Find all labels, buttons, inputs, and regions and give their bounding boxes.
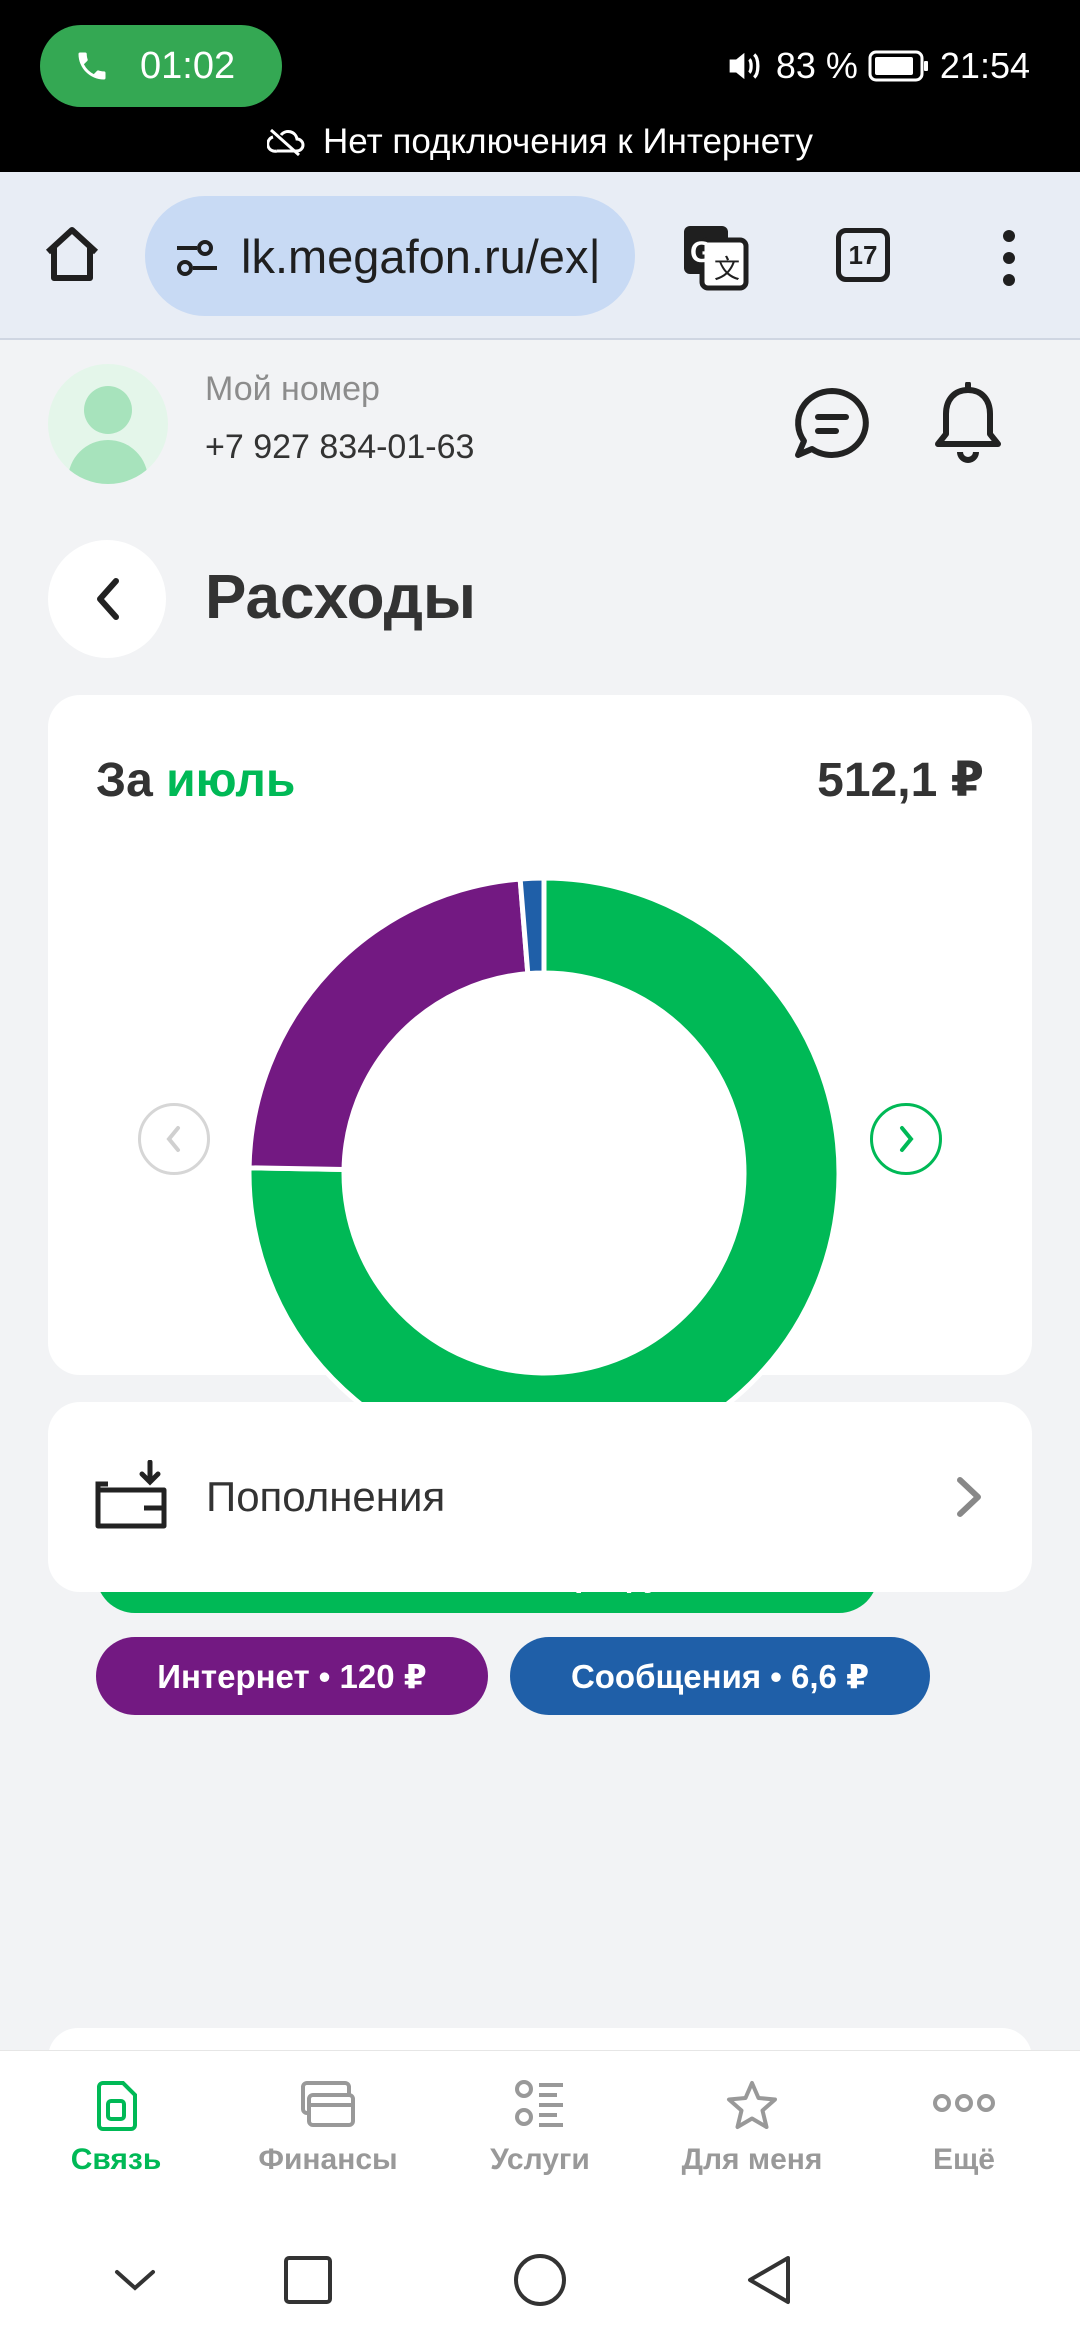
- wallet-card-icon: [301, 2081, 355, 2127]
- tab-count: 17: [848, 239, 878, 270]
- nav-label: Связь: [70, 2143, 162, 2176]
- translate-icon[interactable]: G文: [680, 222, 750, 292]
- page-title: Расходы: [205, 563, 476, 632]
- next-card-partial: [48, 2028, 1032, 2050]
- site-settings-icon[interactable]: [173, 238, 223, 278]
- ongoing-call-pill[interactable]: 01:02: [40, 25, 282, 107]
- slice-internet[interactable]: [246, 876, 531, 1173]
- month-selector[interactable]: июль: [166, 754, 295, 807]
- nav-item-connection[interactable]: Связь: [16, 2079, 216, 2199]
- prev-month-button[interactable]: [138, 1103, 210, 1175]
- nav-item-for-me[interactable]: Для меня: [652, 2079, 852, 2199]
- cloud-off-icon: [267, 128, 305, 157]
- back-triangle-icon[interactable]: [740, 2250, 800, 2310]
- network-notice-text: Нет подключения к Интернету: [323, 122, 813, 161]
- svg-text:G: G: [690, 236, 713, 269]
- nav-item-services[interactable]: Услуги: [440, 2079, 640, 2199]
- chevron-left-icon: [166, 1126, 180, 1152]
- browser-toolbar: lk.megafon.ru/ex| G文 17: [0, 172, 1080, 340]
- recents-square-icon[interactable]: [278, 2250, 338, 2310]
- chevron-right-icon: [957, 1477, 981, 1517]
- volume-icon: [729, 52, 760, 80]
- expenses-donut-chart: [246, 875, 842, 1471]
- chevron-left-icon: [97, 578, 119, 620]
- expenses-total: 512,1 ₽: [817, 754, 984, 807]
- chevron-right-icon: [900, 1126, 914, 1152]
- system-navigation-bar: [0, 2220, 1080, 2340]
- home-circle-icon[interactable]: [510, 2250, 570, 2310]
- my-number-label: Мой номер: [205, 370, 380, 408]
- svg-text:文: 文: [714, 255, 740, 285]
- bottom-navigation: Связь Финансы Услуги Для меня Ещё: [0, 2050, 1080, 2220]
- topups-row[interactable]: Пополнения: [48, 1402, 1032, 1592]
- services-list-icon: [515, 2080, 563, 2127]
- period-title: За июль: [96, 753, 295, 809]
- url-text: lk.megafon.ru/ex|: [241, 230, 601, 283]
- hide-keyboard-chevron-icon[interactable]: [105, 2250, 165, 2310]
- more-dots-icon: [933, 2094, 995, 2112]
- nav-label: Финансы: [258, 2143, 398, 2176]
- expenses-card: За июль 512,1 ₽ Абонентская плата по тар…: [48, 695, 1032, 1715]
- legend-messages[interactable]: Сообщения • 6,6 ₽: [510, 1637, 930, 1715]
- chat-icon[interactable]: [792, 385, 872, 465]
- status-bar: 01:02 83 % 21:54 Нет подключения к Интер…: [0, 0, 1080, 172]
- period-prefix: За: [96, 754, 153, 807]
- legend-internet[interactable]: Интернет • 120 ₽: [96, 1637, 488, 1715]
- bell-icon[interactable]: [928, 382, 1008, 466]
- home-icon[interactable]: [40, 222, 104, 286]
- next-month-button[interactable]: [870, 1103, 942, 1175]
- phone-number: +7 927 834-01-63: [205, 428, 475, 466]
- sim-card-icon: [97, 2081, 137, 2131]
- nav-item-finance[interactable]: Финансы: [228, 2079, 428, 2199]
- wallet-icon: [95, 1460, 167, 1529]
- star-icon: [727, 2081, 777, 2129]
- address-bar[interactable]: lk.megafon.ru/ex|: [145, 196, 635, 316]
- more-vert-icon[interactable]: [994, 228, 1024, 288]
- nav-label: Услуги: [490, 2143, 590, 2176]
- back-button[interactable]: [48, 540, 166, 658]
- clock: 21:54: [939, 45, 1030, 86]
- network-notice: Нет подключения к Интернету: [0, 118, 1080, 166]
- call-duration: 01:02: [140, 45, 236, 87]
- battery-percent: 83 %: [775, 45, 858, 86]
- phone-icon: [78, 52, 106, 80]
- battery-icon: [868, 50, 928, 82]
- topups-label: Пополнения: [206, 1473, 446, 1520]
- avatar[interactable]: [48, 364, 168, 484]
- tab-switcher-button[interactable]: 17: [836, 228, 890, 282]
- nav-label: Ещё: [932, 2143, 995, 2176]
- nav-item-more[interactable]: Ещё: [864, 2079, 1064, 2199]
- nav-label: Для меня: [681, 2143, 823, 2176]
- page-content: Мой номер +7 927 834-01-63 Расходы За ию…: [0, 340, 1080, 2050]
